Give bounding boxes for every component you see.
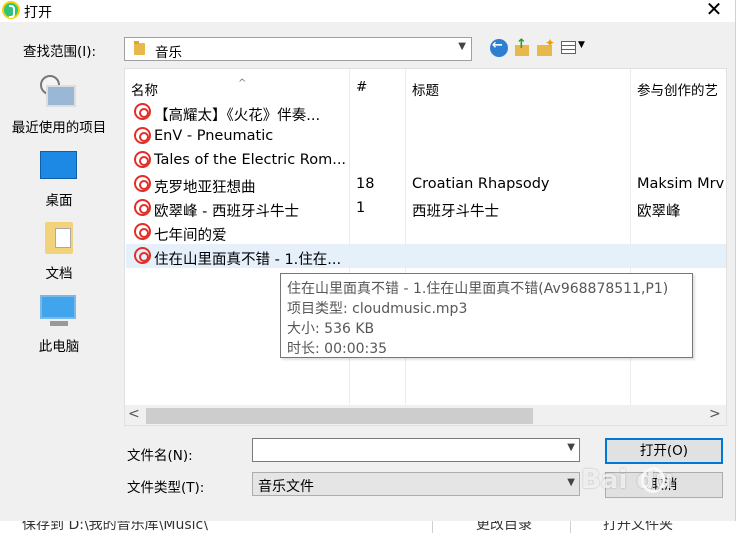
column-header-number[interactable]: #	[356, 79, 367, 95]
file-list[interactable]: 名称 ^ # 标题 参与创作的艺 【高耀太】《火花》伴奏... EnV - Pne…	[124, 68, 727, 426]
close-button[interactable]: ✕	[701, 0, 727, 21]
filename-input[interactable]: ▼	[252, 438, 580, 462]
computer-icon	[40, 295, 76, 326]
file-row[interactable]: 【高耀太】《火花》伴奏...	[126, 100, 726, 124]
file-name: 欧翠峰 - 西班牙斗牛士	[154, 204, 299, 220]
background-change-dir: 更改目录	[476, 521, 532, 533]
file-row-selected[interactable]: 住在山里面真不错 - 1.住在...	[126, 244, 726, 268]
background-window-bottom: 保存到 D:\我的音乐库\Music\ 更改目录 打开文件夹	[0, 521, 751, 533]
place-recent[interactable]: 最近使用的项目	[0, 67, 118, 137]
scrollbar-thumb[interactable]	[146, 408, 533, 424]
documents-icon	[45, 222, 73, 254]
netease-music-icon	[134, 175, 151, 192]
file-row[interactable]: 克罗地亚狂想曲 18 Croatian Rhapsody Maksim Mrv	[126, 172, 726, 196]
column-header-artist[interactable]: 参与创作的艺	[637, 79, 718, 99]
window-title: 打开	[24, 5, 52, 21]
filetype-dropdown[interactable]: 音乐文件 ▼	[252, 472, 580, 496]
filetype-label: 文件类型(T):	[127, 480, 205, 496]
title-bar: 打开 ✕	[0, 0, 735, 22]
tooltip-filename: 住在山里面真不错 - 1.住在山里面真不错(Av968878511,P1)	[287, 281, 669, 297]
netease-music-icon	[134, 151, 151, 168]
place-label: 文档	[45, 266, 73, 282]
scroll-right-icon[interactable]: >	[709, 406, 721, 422]
chevron-down-icon[interactable]: ▼	[567, 442, 575, 453]
chevron-down-icon: ▼	[567, 477, 575, 488]
background-open-folder: 打开文件夹	[603, 521, 673, 533]
file-name: 七年间的爱	[154, 228, 227, 244]
open-button[interactable]: 打开(O)	[605, 438, 723, 464]
paw-icon	[641, 467, 665, 493]
place-label: 最近使用的项目	[11, 120, 107, 136]
background-window-edge	[735, 0, 751, 533]
tooltip-duration: 时长: 00:00:35	[287, 341, 388, 357]
netease-music-icon	[134, 223, 151, 240]
back-icon[interactable]	[490, 38, 508, 57]
view-menu-icon[interactable]: ▼	[560, 39, 590, 57]
column-header-title[interactable]: 标题	[412, 79, 439, 99]
netease-music-icon	[134, 103, 151, 120]
background-divider	[432, 521, 433, 533]
file-row[interactable]: EnV - Pneumatic	[126, 124, 726, 148]
baidu-watermark: Bai du	[581, 465, 691, 505]
file-track-number: 18	[356, 176, 375, 192]
lookin-label: 查找范围(I):	[23, 44, 97, 60]
file-name: 【高耀太】《火花》伴奏...	[154, 108, 321, 124]
netease-music-icon	[134, 247, 151, 264]
sort-ascending-icon: ^	[238, 78, 247, 89]
column-header-name[interactable]: 名称 ^	[131, 78, 246, 99]
file-artist: Maksim Mrv	[637, 176, 725, 192]
file-track-number: 1	[356, 200, 366, 216]
file-artist: 欧翠峰	[637, 204, 681, 220]
recent-items-icon	[40, 75, 78, 107]
app-icon	[2, 1, 20, 19]
horizontal-scrollbar[interactable]: < >	[125, 405, 726, 425]
background-divider	[570, 521, 571, 533]
chevron-down-icon: ▼	[458, 41, 466, 52]
place-label: 此电脑	[38, 339, 80, 355]
file-name: 克罗地亚狂想曲	[154, 180, 256, 196]
tooltip-size: 大小: 536 KB	[287, 321, 375, 337]
scroll-left-icon[interactable]: <	[128, 406, 140, 422]
up-folder-icon[interactable]: ↑	[513, 37, 531, 57]
desktop-icon	[40, 151, 77, 179]
netease-music-icon	[134, 127, 151, 144]
file-row[interactable]: 欧翠峰 - 西班牙斗牛士 1 西班牙斗牛士 欧翠峰	[126, 196, 726, 220]
netease-music-icon	[134, 199, 151, 216]
folder-icon	[134, 41, 145, 55]
file-title: Croatian Rhapsody	[412, 176, 550, 192]
file-row[interactable]: 七年间的爱	[126, 220, 726, 244]
file-name: 住在山里面真不错 - 1.住在...	[154, 252, 342, 268]
file-row[interactable]: Tales of the Electric Rom...	[126, 148, 726, 172]
lookin-dropdown[interactable]: 音乐 ▼	[124, 37, 472, 61]
places-bar: 最近使用的项目 桌面 文档 此电脑	[0, 67, 118, 427]
tooltip-type: 项目类型: cloudmusic.mp3	[287, 301, 468, 317]
place-label: 桌面	[45, 193, 73, 209]
file-tooltip: 住在山里面真不错 - 1.住在山里面真不错(Av968878511,P1) 项目…	[280, 273, 693, 358]
lookin-value: 音乐	[155, 45, 182, 61]
file-title: 西班牙斗牛士	[412, 204, 499, 220]
filename-label: 文件名(N):	[127, 448, 193, 464]
file-name: EnV - Pneumatic	[154, 128, 274, 144]
background-save-path: 保存到 D:\我的音乐库\Music\	[22, 521, 208, 533]
new-folder-icon[interactable]: ✦	[536, 36, 555, 57]
file-name: Tales of the Electric Rom...	[154, 152, 347, 168]
filetype-value: 音乐文件	[258, 479, 314, 495]
